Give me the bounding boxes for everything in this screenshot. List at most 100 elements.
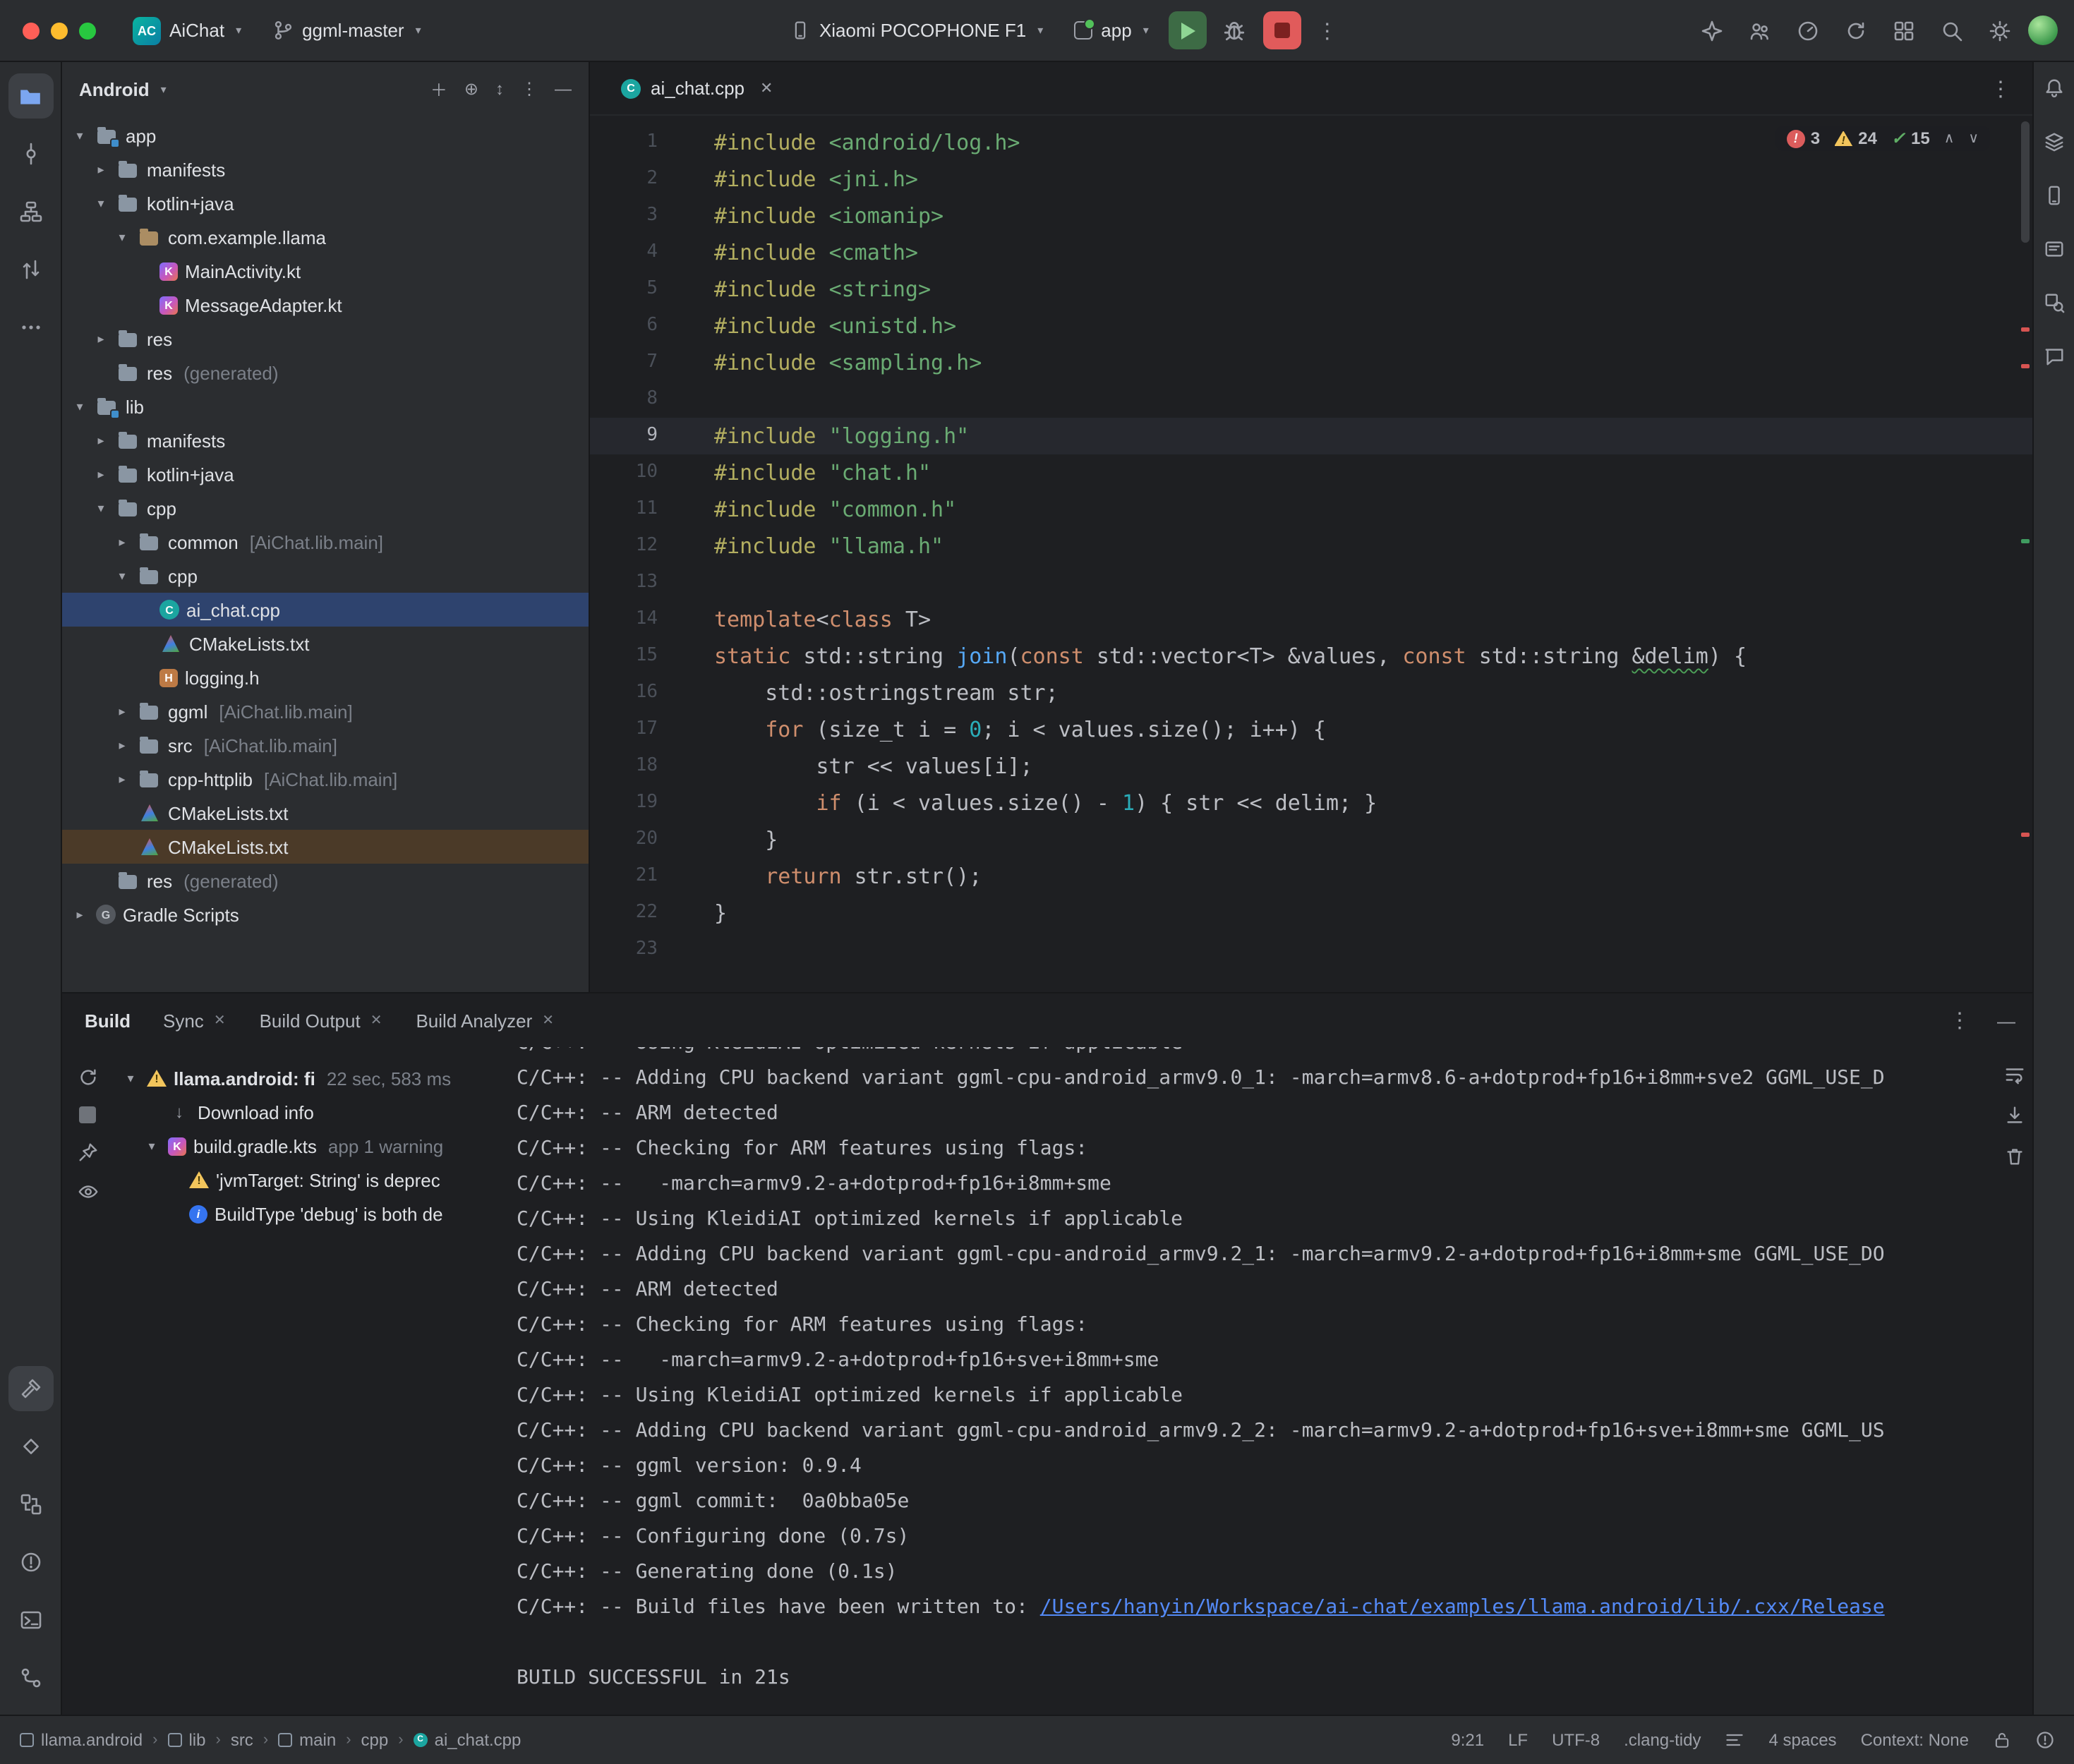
line-number[interactable]: 13 xyxy=(590,564,658,601)
code-line[interactable]: 21 return str.str(); xyxy=(590,858,2032,895)
app-inspection-button[interactable] xyxy=(2037,285,2071,319)
tree-item[interactable]: ▾!llama.android: fi22 sec, 583 ms xyxy=(113,1061,508,1095)
project-view-selector[interactable]: Android xyxy=(79,78,150,99)
line-number[interactable]: 17 xyxy=(590,711,658,748)
close-window-button[interactable] xyxy=(23,22,40,39)
code-line[interactable]: 23 xyxy=(590,931,2032,968)
tree-item[interactable]: res(generated) xyxy=(62,864,589,898)
run-options-kebab-icon[interactable]: ⋮ xyxy=(1310,18,1345,43)
errors-indicator[interactable]: ! 3 xyxy=(1787,128,1820,148)
add-icon[interactable]: ＋ xyxy=(430,77,447,101)
tree-item[interactable]: KMessageAdapter.kt xyxy=(62,288,589,322)
tree-item[interactable]: !'jvmTarget: String' is deprec xyxy=(113,1163,508,1197)
tree-item[interactable]: ▸kotlin+java xyxy=(62,457,589,491)
chevron-expanded-icon[interactable]: ▾ xyxy=(113,229,131,245)
commit-tool-button[interactable] xyxy=(8,131,53,176)
hide-panel-icon[interactable]: — xyxy=(555,79,572,99)
more-tool-windows-button[interactable] xyxy=(8,305,53,350)
eye-icon[interactable] xyxy=(77,1181,98,1202)
dependencies-tool-button[interactable] xyxy=(8,1424,53,1469)
line-number[interactable]: 7 xyxy=(590,344,658,381)
tree-item[interactable]: Hlogging.h xyxy=(62,660,589,694)
build-options-kebab-icon[interactable]: ⋮ xyxy=(1942,1008,1977,1033)
code-line[interactable]: 14template<class T> xyxy=(590,601,2032,638)
services-tool-button[interactable] xyxy=(8,1482,53,1527)
code-line[interactable]: 18 str << values[i]; xyxy=(590,748,2032,785)
code-line[interactable]: 17 for (size_t i = 0; i < values.size();… xyxy=(590,711,2032,748)
error-stripe-mark[interactable] xyxy=(2021,327,2030,332)
chevron-expanded-icon[interactable]: ▾ xyxy=(71,128,89,143)
line-number[interactable]: 19 xyxy=(590,785,658,821)
chevron-collapsed-icon[interactable]: ▸ xyxy=(113,703,131,719)
change-stripe-mark[interactable] xyxy=(2021,539,2030,543)
branch-widget[interactable]: ggml-master ▾ xyxy=(261,14,433,47)
zoom-window-button[interactable] xyxy=(79,22,96,39)
tree-item[interactable]: ▸manifests xyxy=(62,152,589,186)
structure-tool-button[interactable] xyxy=(8,189,53,234)
tree-item[interactable]: CMakeLists.txt xyxy=(62,830,589,864)
line-number[interactable]: 3 xyxy=(590,198,658,234)
options-kebab-icon[interactable]: ⋮ xyxy=(521,79,538,99)
code-line[interactable]: 15static std::string join(const std::vec… xyxy=(590,638,2032,675)
soft-wrap-icon[interactable] xyxy=(2004,1064,2025,1085)
previous-issue-icon[interactable]: ∧ xyxy=(1944,131,1955,146)
breadcrumb-item[interactable]: lib xyxy=(167,1730,205,1750)
tree-item[interactable]: ▾app xyxy=(62,119,589,152)
breadcrumb-item[interactable]: cpp xyxy=(361,1730,389,1750)
line-number[interactable]: 2 xyxy=(590,161,658,198)
search-everywhere-button[interactable] xyxy=(1932,11,1972,50)
chevron-collapsed-icon[interactable]: ▸ xyxy=(71,907,89,922)
project-tool-button[interactable] xyxy=(8,73,53,119)
tree-item[interactable]: ▸src[AiChat.lib.main] xyxy=(62,728,589,762)
build-console[interactable]: C/C++: -- Using KleidiAI optimized kerne… xyxy=(508,1047,2032,1715)
device-selector[interactable]: Xiaomi POCOPHONE F1 ▾ xyxy=(780,14,1054,47)
code-area[interactable]: 1#include <android/log.h>2#include <jni.… xyxy=(590,124,2032,992)
editor-body[interactable]: 1#include <android/log.h>2#include <jni.… xyxy=(590,116,2032,992)
sync-project-button[interactable] xyxy=(1836,11,1876,50)
code-line[interactable]: 12#include "llama.h" xyxy=(590,528,2032,564)
close-icon[interactable]: ✕ xyxy=(370,1013,382,1028)
line-number[interactable]: 5 xyxy=(590,271,658,308)
code-line[interactable]: 5#include <string> xyxy=(590,271,2032,308)
build-tab-sync[interactable]: Sync✕ xyxy=(147,993,241,1047)
debug-button[interactable] xyxy=(1215,11,1255,50)
hide-build-panel-icon[interactable]: — xyxy=(1997,1010,2015,1031)
breadcrumb-item[interactable]: main xyxy=(278,1730,336,1750)
chevron-expanded-icon[interactable]: ▾ xyxy=(113,568,131,584)
tree-item[interactable]: iBuildType 'debug' is both de xyxy=(113,1197,508,1231)
clang-tidy-widget[interactable]: .clang-tidy xyxy=(1624,1730,1701,1750)
minimize-window-button[interactable] xyxy=(51,22,68,39)
tree-item[interactable]: Cai_chat.cpp xyxy=(62,593,589,627)
close-icon[interactable]: ✕ xyxy=(542,1013,554,1028)
code-line[interactable]: 9#include "logging.h" xyxy=(590,418,2032,454)
line-number[interactable]: 8 xyxy=(590,381,658,418)
pull-requests-tool-button[interactable] xyxy=(8,247,53,292)
inspections-widget[interactable]: ! 3 ! 24 ✓ 15 ∧ ∨ xyxy=(1775,126,1990,151)
chevron-expanded-icon[interactable]: ▾ xyxy=(71,399,89,414)
line-number[interactable]: 20 xyxy=(590,821,658,858)
breadcrumb-item[interactable]: llama.android xyxy=(20,1730,143,1750)
build-variants-button[interactable] xyxy=(2037,124,2071,158)
chevron-expanded-icon[interactable]: ▾ xyxy=(92,500,110,516)
project-widget[interactable]: AC AiChat ▾ xyxy=(121,11,253,50)
run-button[interactable] xyxy=(1169,11,1207,49)
settings-button[interactable] xyxy=(1980,11,2020,50)
line-number[interactable]: 11 xyxy=(590,491,658,528)
code-line[interactable]: 13 xyxy=(590,564,2032,601)
code-line[interactable]: 19 if (i < values.size() - 1) { str << d… xyxy=(590,785,2032,821)
next-issue-icon[interactable]: ∨ xyxy=(1968,131,1979,146)
line-number[interactable]: 9 xyxy=(590,418,658,454)
gemini-button[interactable] xyxy=(1692,11,1732,50)
code-line[interactable]: 22} xyxy=(590,895,2032,931)
expand-all-icon[interactable]: ↕ xyxy=(495,79,504,99)
device-manager-button[interactable] xyxy=(2037,178,2071,212)
line-number[interactable]: 6 xyxy=(590,308,658,344)
code-line[interactable]: 2#include <jni.h> xyxy=(590,161,2032,198)
tree-item[interactable]: res(generated) xyxy=(62,356,589,389)
version-control-tool-button[interactable] xyxy=(8,1655,53,1700)
error-stripe-mark[interactable] xyxy=(2021,833,2030,837)
chevron-collapsed-icon[interactable]: ▸ xyxy=(113,737,131,753)
build-tab-build-analyzer[interactable]: Build Analyzer✕ xyxy=(400,993,569,1047)
line-number[interactable]: 4 xyxy=(590,234,658,271)
code-line[interactable]: 4#include <cmath> xyxy=(590,234,2032,271)
